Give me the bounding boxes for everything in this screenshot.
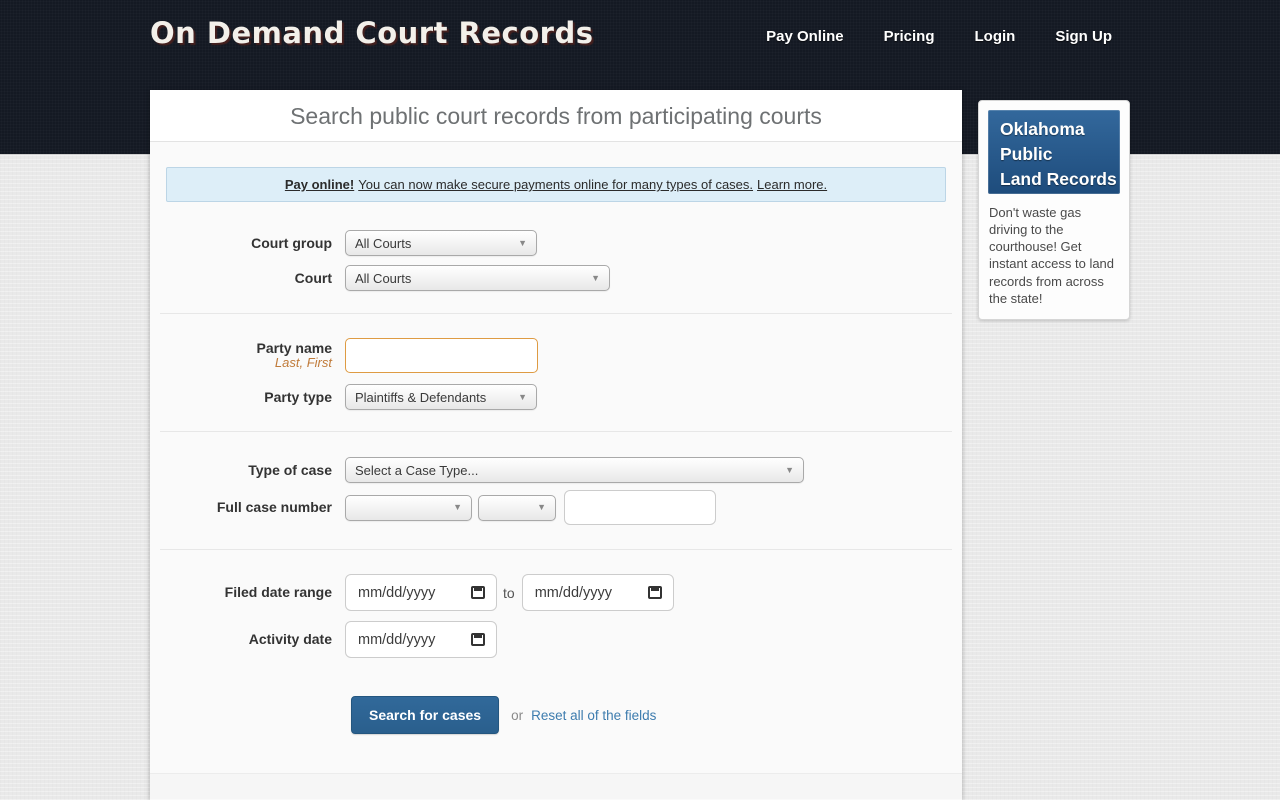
case-type-selected-value: Select a Case Type...: [355, 462, 479, 478]
case-type-select[interactable]: Select a Case Type... ▼: [345, 457, 804, 483]
party-type-selected-value: Plaintiffs & Defendants: [355, 389, 487, 405]
party-type-label: Party type: [264, 388, 332, 405]
court-group-select[interactable]: All Courts ▼: [345, 230, 537, 256]
search-for-cases-button[interactable]: Search for cases: [351, 696, 500, 734]
ad-title-line: Public: [1000, 144, 1053, 164]
land-records-ad[interactable]: Oklahoma Public Land Records Don't waste…: [978, 100, 1130, 320]
court-selected-value: All Courts: [355, 270, 412, 286]
land-records-ad-banner[interactable]: Oklahoma Public Land Records: [988, 110, 1120, 194]
nav-sign-up[interactable]: Sign Up: [1055, 28, 1112, 45]
pay-online-banner-link[interactable]: Pay online! You can now make secure payme…: [285, 177, 827, 192]
ad-title-line: Land Records: [1000, 169, 1117, 189]
dropdown-arrow-icon: ▼: [591, 272, 600, 283]
reset-fields-link[interactable]: Reset all of the fields: [531, 708, 656, 723]
party-name-row: Party name Last, First: [166, 338, 946, 373]
ad-title-line: Oklahoma: [1000, 119, 1085, 139]
party-type-select[interactable]: Plaintiffs & Defendants ▼: [345, 384, 537, 410]
actions-row: Search for cases or Reset all of the fie…: [351, 696, 946, 734]
dropdown-arrow-icon: ▼: [537, 502, 546, 512]
date-range-to-text: to: [503, 584, 515, 601]
filed-date-from-input[interactable]: mm/dd/yyyy: [345, 574, 497, 611]
case-number-input[interactable]: [564, 490, 716, 525]
or-text: or: [511, 707, 524, 723]
search-panel: Search public court records from partici…: [150, 90, 962, 800]
case-type-row: Type of case Select a Case Type... ▼: [166, 457, 946, 483]
party-type-row: Party type Plaintiffs & Defendants ▼: [166, 384, 946, 410]
date-placeholder: mm/dd/yyyy: [358, 584, 436, 601]
case-type-label: Type of case: [248, 461, 332, 478]
page-title: Search public court records from partici…: [150, 90, 962, 142]
banner-bold-text: Pay online!: [284, 177, 355, 192]
court-group-row: Court group All Courts ▼: [166, 230, 946, 256]
case-number-label: Full case number: [216, 499, 332, 516]
court-group-selected-value: All Courts: [355, 235, 412, 251]
court-label: Court: [294, 269, 332, 286]
party-name-label: Party name Last, First: [166, 340, 332, 371]
filed-date-row: Filed date range mm/dd/yyyy to mm/dd/yyy…: [166, 574, 946, 611]
site-logo[interactable]: On Demand Court Records: [150, 16, 593, 50]
main-nav: Pay Online Pricing Login Sign Up: [766, 28, 1112, 45]
nav-pricing[interactable]: Pricing: [884, 28, 935, 45]
activity-date-input[interactable]: mm/dd/yyyy: [345, 621, 497, 658]
section-divider: [160, 431, 952, 432]
filed-date-label: Filed date range: [224, 584, 332, 601]
dropdown-arrow-icon: ▼: [518, 237, 527, 248]
dropdown-arrow-icon: ▼: [518, 391, 527, 402]
case-number-type-select[interactable]: ▼: [478, 494, 556, 521]
pay-online-banner: Pay online! You can now make secure payme…: [166, 167, 946, 202]
date-placeholder: mm/dd/yyyy: [534, 584, 613, 601]
calendar-icon[interactable]: [471, 586, 485, 599]
ad-description: Don't waste gas driving to the courthous…: [989, 205, 1115, 306]
section-divider: [160, 549, 952, 550]
party-name-label-text: Party name: [256, 339, 332, 356]
calendar-icon[interactable]: [471, 633, 485, 646]
case-number-year-select[interactable]: ▼: [345, 494, 472, 521]
activity-date-label: Activity date: [248, 631, 332, 648]
court-row: Court All Courts ▼: [166, 265, 946, 291]
court-group-label: Court group: [251, 234, 332, 251]
section-divider: [160, 313, 952, 314]
search-form: Pay online! You can now make secure payme…: [150, 142, 962, 800]
banner-learn-more-link[interactable]: Learn more.: [757, 177, 827, 192]
dropdown-arrow-icon: ▼: [785, 464, 794, 475]
banner-text: You can now make secure payments online …: [358, 177, 754, 192]
court-select[interactable]: All Courts ▼: [345, 265, 610, 291]
nav-login[interactable]: Login: [975, 28, 1016, 45]
calendar-icon[interactable]: [647, 586, 662, 599]
activity-date-row: Activity date mm/dd/yyyy: [166, 621, 946, 658]
dropdown-arrow-icon: ▼: [453, 502, 462, 512]
party-name-input[interactable]: [345, 338, 538, 373]
nav-pay-online[interactable]: Pay Online: [766, 28, 844, 45]
case-number-row: Full case number ▼ ▼: [166, 490, 946, 525]
filed-date-to-input[interactable]: mm/dd/yyyy: [521, 574, 674, 611]
date-placeholder: mm/dd/yyyy: [358, 631, 436, 648]
party-name-hint: Last, First: [274, 355, 332, 371]
panel-footer: [150, 773, 962, 799]
